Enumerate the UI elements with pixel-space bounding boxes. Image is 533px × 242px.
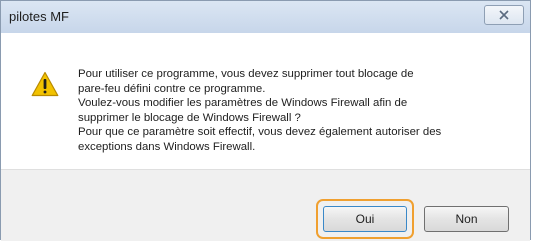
message-line: Pour que ce paramètre soit effectif, vou…	[78, 126, 442, 139]
message-line: pare-feu défini contre ce programme.	[78, 82, 266, 95]
no-button[interactable]: Non	[424, 206, 509, 232]
title-bar[interactable]: pilotes MF	[1, 1, 530, 33]
warning-icon	[31, 71, 59, 97]
message-text: Pour utiliser ce programme, vous devez s…	[78, 67, 518, 155]
message-line: Voulez-vous modifier les paramètres de W…	[78, 97, 408, 110]
close-icon	[499, 10, 509, 20]
button-bar: Oui Non	[1, 169, 530, 241]
message-line: exceptions dans Windows Firewall.	[78, 140, 256, 153]
message-line: supprimer le blocage de Windows Firewall…	[78, 111, 301, 124]
close-button[interactable]	[484, 5, 524, 25]
dialog-content: Pour utiliser ce programme, vous devez s…	[1, 33, 530, 169]
message-line: Pour utiliser ce programme, vous devez s…	[78, 68, 414, 80]
yes-button[interactable]: Oui	[323, 206, 407, 232]
window-title: pilotes MF	[9, 9, 69, 24]
dialog-window: pilotes MF Pour utiliser ce programme, v…	[0, 0, 531, 241]
